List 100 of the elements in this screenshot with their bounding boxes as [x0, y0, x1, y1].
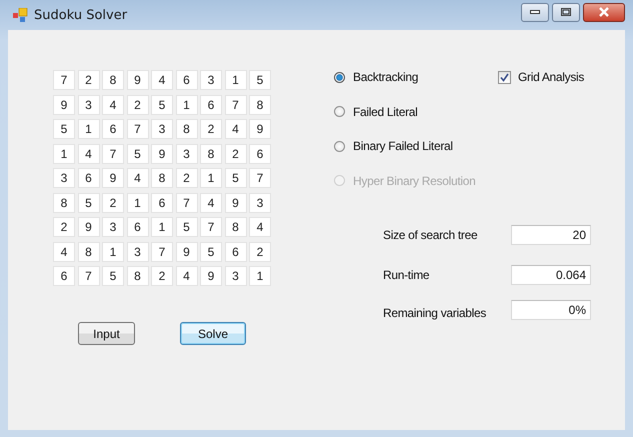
- sudoku-cell[interactable]: 7: [200, 217, 222, 237]
- sudoku-cell[interactable]: 5: [249, 70, 271, 90]
- minimize-button[interactable]: [521, 2, 549, 22]
- sudoku-cell[interactable]: 5: [224, 168, 246, 188]
- stat-field[interactable]: 0%: [511, 300, 591, 320]
- sudoku-cell[interactable]: 2: [176, 168, 198, 188]
- sudoku-cell[interactable]: 1: [224, 70, 246, 90]
- sudoku-cell[interactable]: 6: [224, 242, 246, 262]
- sudoku-cell[interactable]: 2: [200, 119, 222, 139]
- sudoku-cell[interactable]: 9: [126, 70, 148, 90]
- sudoku-cell[interactable]: 7: [126, 119, 148, 139]
- radio-button[interactable]: [334, 140, 345, 152]
- sudoku-cell[interactable]: 7: [53, 70, 75, 90]
- checkbox[interactable]: [498, 70, 511, 84]
- radio-label[interactable]: Binary Failed Literal: [353, 139, 453, 153]
- sudoku-cell[interactable]: 4: [126, 168, 148, 188]
- sudoku-cell[interactable]: 2: [53, 217, 75, 237]
- sudoku-cell[interactable]: 2: [151, 266, 173, 286]
- sudoku-cell[interactable]: 8: [102, 70, 124, 90]
- sudoku-cell[interactable]: 9: [53, 94, 75, 114]
- sudoku-cell[interactable]: 5: [176, 217, 198, 237]
- sudoku-cell[interactable]: 7: [78, 266, 100, 286]
- sudoku-cell[interactable]: 5: [200, 242, 222, 262]
- maximize-button[interactable]: [552, 2, 580, 22]
- sudoku-cell[interactable]: 7: [249, 168, 271, 188]
- sudoku-cell[interactable]: 3: [78, 94, 100, 114]
- sudoku-cell[interactable]: 4: [249, 217, 271, 237]
- sudoku-cell[interactable]: 1: [78, 119, 100, 139]
- sudoku-cell[interactable]: 3: [126, 242, 148, 262]
- sudoku-cell[interactable]: 5: [126, 144, 148, 164]
- sudoku-cell[interactable]: 2: [249, 242, 271, 262]
- sudoku-cell[interactable]: 1: [102, 242, 124, 262]
- sudoku-cell[interactable]: 9: [176, 242, 198, 262]
- sudoku-cell[interactable]: 4: [151, 70, 173, 90]
- sudoku-cell[interactable]: 5: [78, 192, 100, 212]
- sudoku-cell[interactable]: 6: [102, 119, 124, 139]
- sudoku-cell[interactable]: 6: [151, 192, 173, 212]
- sudoku-cell[interactable]: 5: [53, 119, 75, 139]
- sudoku-cell[interactable]: 8: [151, 168, 173, 188]
- sudoku-cell[interactable]: 6: [249, 144, 271, 164]
- radio-label[interactable]: Backtracking: [353, 70, 418, 84]
- sudoku-cell[interactable]: 8: [176, 119, 198, 139]
- sudoku-cell[interactable]: 7: [176, 192, 198, 212]
- sudoku-cell[interactable]: 6: [200, 94, 222, 114]
- sudoku-cell[interactable]: 8: [249, 94, 271, 114]
- sudoku-cell[interactable]: 4: [200, 192, 222, 212]
- sudoku-cell[interactable]: 8: [78, 242, 100, 262]
- sudoku-cell[interactable]: 9: [151, 144, 173, 164]
- input-button[interactable]: Input: [78, 322, 135, 345]
- sudoku-cell[interactable]: 8: [200, 144, 222, 164]
- sudoku-cell[interactable]: 7: [151, 242, 173, 262]
- sudoku-cell[interactable]: 4: [102, 94, 124, 114]
- sudoku-cell[interactable]: 4: [176, 266, 198, 286]
- radio-label[interactable]: Failed Literal: [353, 104, 418, 118]
- sudoku-cell[interactable]: 4: [53, 242, 75, 262]
- sudoku-cell[interactable]: 2: [78, 70, 100, 90]
- sudoku-cell[interactable]: 7: [224, 94, 246, 114]
- maximize-icon: [561, 8, 571, 16]
- sudoku-cell[interactable]: 8: [126, 266, 148, 286]
- sudoku-cell[interactable]: 1: [249, 266, 271, 286]
- sudoku-cell[interactable]: 9: [102, 168, 124, 188]
- sudoku-cell[interactable]: 1: [151, 217, 173, 237]
- sudoku-cell[interactable]: 3: [102, 217, 124, 237]
- sudoku-cell[interactable]: 1: [200, 168, 222, 188]
- sudoku-cell[interactable]: 5: [102, 266, 124, 286]
- sudoku-cell[interactable]: 2: [102, 192, 124, 212]
- radio-button[interactable]: [334, 72, 345, 82]
- sudoku-cell[interactable]: 6: [126, 217, 148, 237]
- sudoku-cell[interactable]: 9: [249, 119, 271, 139]
- sudoku-cell[interactable]: 8: [224, 217, 246, 237]
- close-button[interactable]: [583, 2, 625, 22]
- sudoku-cell[interactable]: 3: [151, 119, 173, 139]
- solve-button[interactable]: Solve: [180, 322, 246, 345]
- checkbox-label[interactable]: Grid Analysis: [518, 70, 584, 84]
- sudoku-cell[interactable]: 4: [78, 144, 100, 164]
- sudoku-cell[interactable]: 9: [78, 217, 100, 237]
- sudoku-cell[interactable]: 6: [78, 168, 100, 188]
- sudoku-cell[interactable]: 3: [200, 70, 222, 90]
- radio-button[interactable]: [334, 106, 345, 117]
- minimize-icon: [530, 10, 540, 14]
- stat-field[interactable]: 0.064: [511, 265, 591, 285]
- sudoku-cell[interactable]: 2: [224, 144, 246, 164]
- sudoku-cell[interactable]: 9: [224, 192, 246, 212]
- sudoku-cell[interactable]: 3: [249, 192, 271, 212]
- sudoku-cell[interactable]: 3: [224, 266, 246, 286]
- sudoku-cell[interactable]: 2: [126, 94, 148, 114]
- sudoku-cell[interactable]: 6: [176, 70, 198, 90]
- sudoku-cell[interactable]: 1: [176, 94, 198, 114]
- sudoku-cell[interactable]: 9: [200, 266, 222, 286]
- sudoku-cell[interactable]: 7: [102, 144, 124, 164]
- sudoku-cell[interactable]: 3: [176, 144, 198, 164]
- sudoku-cell[interactable]: 1: [53, 144, 75, 164]
- stat-label: Size of search tree: [383, 228, 478, 242]
- stat-field[interactable]: 20: [511, 225, 591, 245]
- sudoku-cell[interactable]: 1: [126, 192, 148, 212]
- sudoku-cell[interactable]: 3: [53, 168, 75, 188]
- sudoku-cell[interactable]: 6: [53, 266, 75, 286]
- sudoku-cell[interactable]: 8: [53, 192, 75, 212]
- sudoku-cell[interactable]: 4: [224, 119, 246, 139]
- sudoku-cell[interactable]: 5: [151, 94, 173, 114]
